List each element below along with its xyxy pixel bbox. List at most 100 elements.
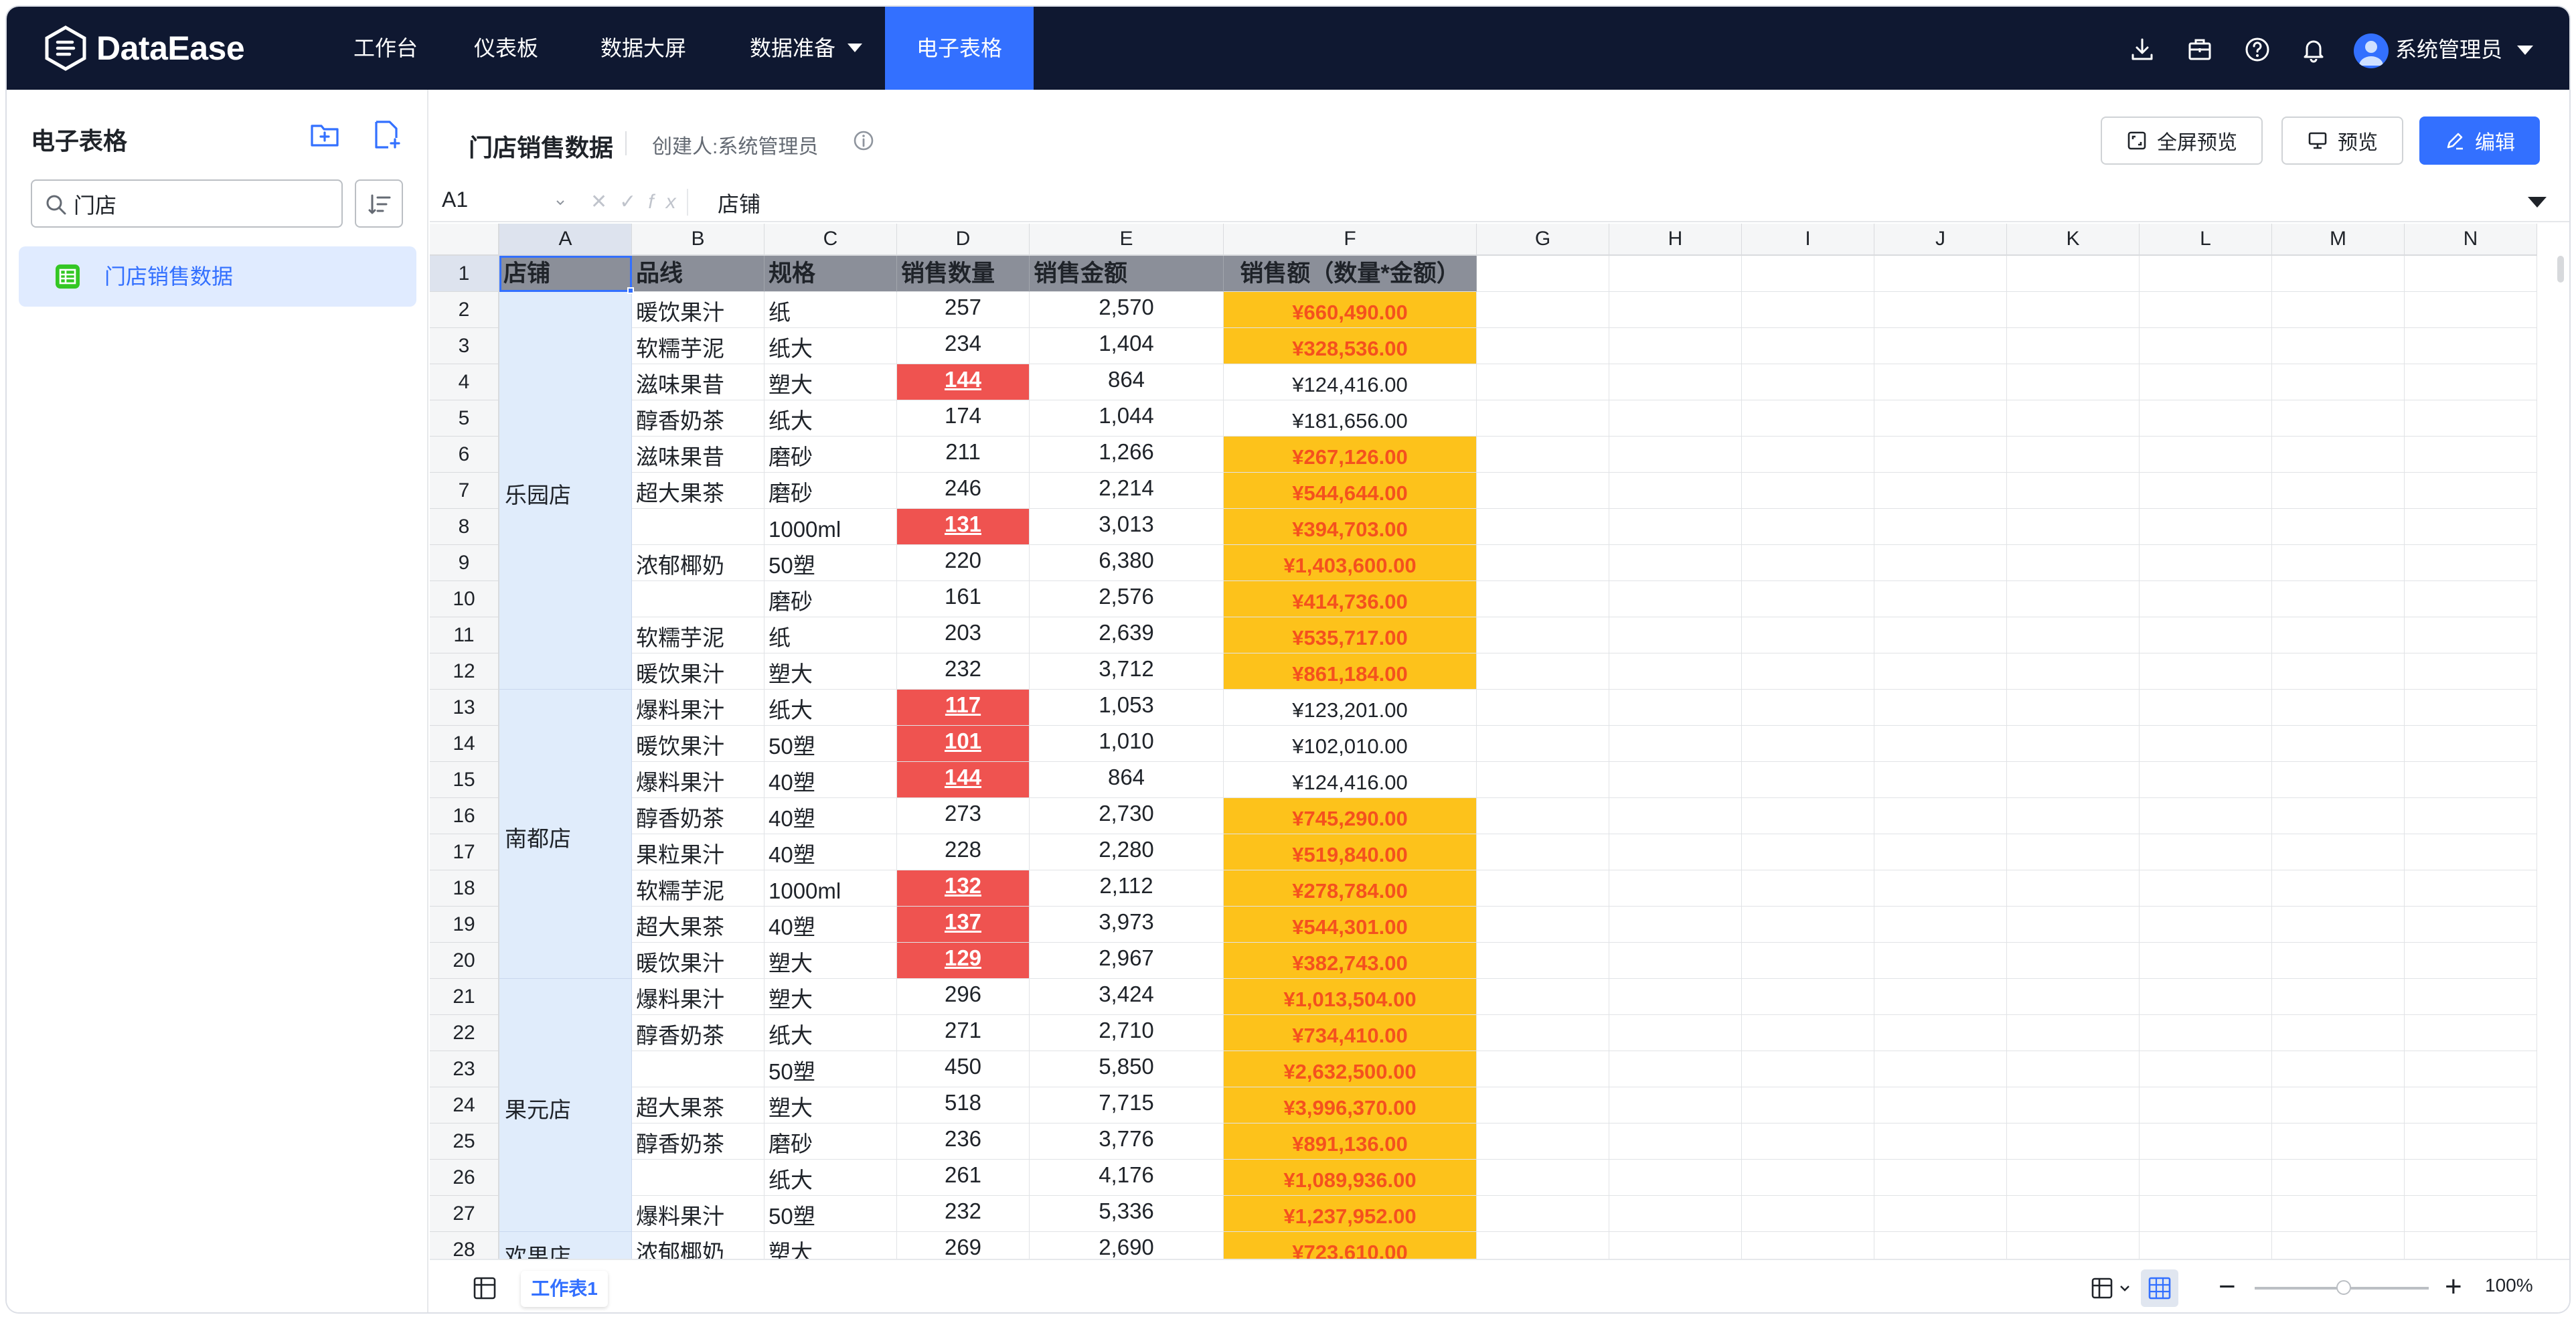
spec-cell[interactable]: 塑大 (764, 1232, 897, 1259)
grid-cell[interactable] (1874, 256, 2007, 292)
header-cell[interactable]: 店铺 (499, 256, 632, 292)
product-cell[interactable] (632, 581, 764, 617)
row-header[interactable]: 12 (430, 653, 499, 690)
grid-cell[interactable] (1609, 943, 1742, 979)
product-cell[interactable]: 超大果茶 (632, 473, 764, 509)
grid-cell[interactable] (1609, 726, 1742, 762)
quantity-cell[interactable]: 211 (897, 437, 1030, 473)
grid-cell[interactable] (2405, 726, 2537, 762)
column-header[interactable]: D (897, 224, 1030, 256)
row-header[interactable]: 21 (430, 979, 499, 1015)
grid-cell[interactable] (1477, 1051, 1609, 1087)
row-header[interactable]: 14 (430, 726, 499, 762)
grid-cell[interactable] (2272, 473, 2405, 509)
spec-cell[interactable]: 40塑 (764, 798, 897, 834)
confirm-icon[interactable]: ✓ (619, 191, 648, 213)
nav-item-data-prep[interactable]: 数据准备 (727, 7, 885, 90)
grid-cell[interactable] (2405, 364, 2537, 400)
grid-cell[interactable] (2007, 653, 2140, 690)
fullscreen-preview-button[interactable]: 全屏预览 (2101, 117, 2263, 165)
column-header[interactable]: H (1609, 224, 1742, 256)
row-header[interactable]: 15 (430, 762, 499, 798)
grid-cell[interactable] (1609, 400, 1742, 437)
grid-cell[interactable] (2007, 798, 2140, 834)
grid-cell[interactable] (1742, 943, 1874, 979)
grid-cell[interactable] (2272, 690, 2405, 726)
amount-cell[interactable]: 2,710 (1030, 1015, 1224, 1051)
grid-cell[interactable] (1477, 726, 1609, 762)
grid-cell[interactable] (1742, 870, 1874, 907)
grid-cell[interactable] (1874, 1051, 2007, 1087)
spec-cell[interactable]: 50塑 (764, 1051, 897, 1087)
store-cell[interactable]: 乐园店 (499, 292, 632, 690)
grid-cell[interactable] (2140, 1087, 2272, 1123)
spec-cell[interactable]: 1000ml (764, 870, 897, 907)
grid-cell[interactable] (1874, 617, 2007, 653)
spec-cell[interactable]: 塑大 (764, 364, 897, 400)
grid-cell[interactable] (1874, 545, 2007, 581)
column-header[interactable]: A (499, 224, 632, 256)
sales-cell[interactable]: ¥181,656.00 (1224, 400, 1477, 437)
grid-cell[interactable] (1874, 979, 2007, 1015)
grid-cell[interactable] (2007, 1123, 2140, 1160)
grid-cell[interactable] (2007, 581, 2140, 617)
grid-cell[interactable] (2272, 364, 2405, 400)
quantity-cell[interactable]: 450 (897, 1051, 1030, 1087)
header-cell[interactable]: 品线 (632, 256, 764, 292)
grid-cell[interactable] (2405, 1051, 2537, 1087)
grid-cell[interactable] (2272, 292, 2405, 328)
row-header[interactable]: 5 (430, 400, 499, 437)
grid-cell[interactable] (1874, 798, 2007, 834)
column-header[interactable]: I (1742, 224, 1874, 256)
grid-cell[interactable] (2140, 545, 2272, 581)
grid-cell[interactable] (1609, 870, 1742, 907)
grid-cell[interactable] (2007, 762, 2140, 798)
grid-cell[interactable] (2405, 653, 2537, 690)
product-cell[interactable]: 超大果茶 (632, 907, 764, 943)
grid-cell[interactable] (1742, 328, 1874, 364)
spec-cell[interactable]: 纸 (764, 617, 897, 653)
row-header[interactable]: 22 (430, 1015, 499, 1051)
quantity-cell[interactable]: 220 (897, 545, 1030, 581)
grid-cell[interactable] (2405, 545, 2537, 581)
quantity-cell[interactable]: 144 (897, 762, 1030, 798)
product-cell[interactable]: 滋味果昔 (632, 437, 764, 473)
grid-cell[interactable] (1742, 400, 1874, 437)
grid-cell[interactable] (2007, 509, 2140, 545)
grid-cell[interactable] (1477, 617, 1609, 653)
grid-cell[interactable] (2405, 979, 2537, 1015)
grid-cell[interactable] (2405, 509, 2537, 545)
product-cell[interactable]: 醇香奶茶 (632, 1015, 764, 1051)
spec-cell[interactable]: 塑大 (764, 653, 897, 690)
grid-cell[interactable] (2272, 328, 2405, 364)
amount-cell[interactable]: 4,176 (1030, 1160, 1224, 1196)
quantity-cell[interactable]: 101 (897, 726, 1030, 762)
row-header[interactable]: 25 (430, 1123, 499, 1160)
grid-cell[interactable] (1477, 834, 1609, 870)
grid-cell[interactable] (2007, 726, 2140, 762)
spec-cell[interactable]: 纸 (764, 292, 897, 328)
grid-cell[interactable] (1477, 364, 1609, 400)
new-folder-icon[interactable] (309, 119, 340, 150)
grid-cell[interactable] (2405, 473, 2537, 509)
grid-cell[interactable] (2140, 907, 2272, 943)
grid-cell[interactable] (1874, 1196, 2007, 1232)
quantity-cell[interactable]: 271 (897, 1015, 1030, 1051)
grid-cell[interactable] (1742, 762, 1874, 798)
spec-cell[interactable]: 40塑 (764, 762, 897, 798)
spec-cell[interactable]: 磨砂 (764, 437, 897, 473)
grid-cell[interactable] (1874, 1087, 2007, 1123)
grid-cell[interactable] (2405, 690, 2537, 726)
row-header[interactable]: 20 (430, 943, 499, 979)
row-header[interactable]: 26 (430, 1160, 499, 1196)
grid-cell[interactable] (2007, 907, 2140, 943)
sales-cell[interactable]: ¥535,717.00 (1224, 617, 1477, 653)
store-cell[interactable]: 果元店 (499, 979, 632, 1232)
amount-cell[interactable]: 3,424 (1030, 979, 1224, 1015)
spec-cell[interactable]: 50塑 (764, 726, 897, 762)
grid-cell[interactable] (2272, 798, 2405, 834)
grid-cell[interactable] (1477, 509, 1609, 545)
store-cell[interactable]: 欢果店 (499, 1232, 632, 1259)
grid-cell[interactable] (1477, 545, 1609, 581)
grid-cell[interactable] (1609, 690, 1742, 726)
